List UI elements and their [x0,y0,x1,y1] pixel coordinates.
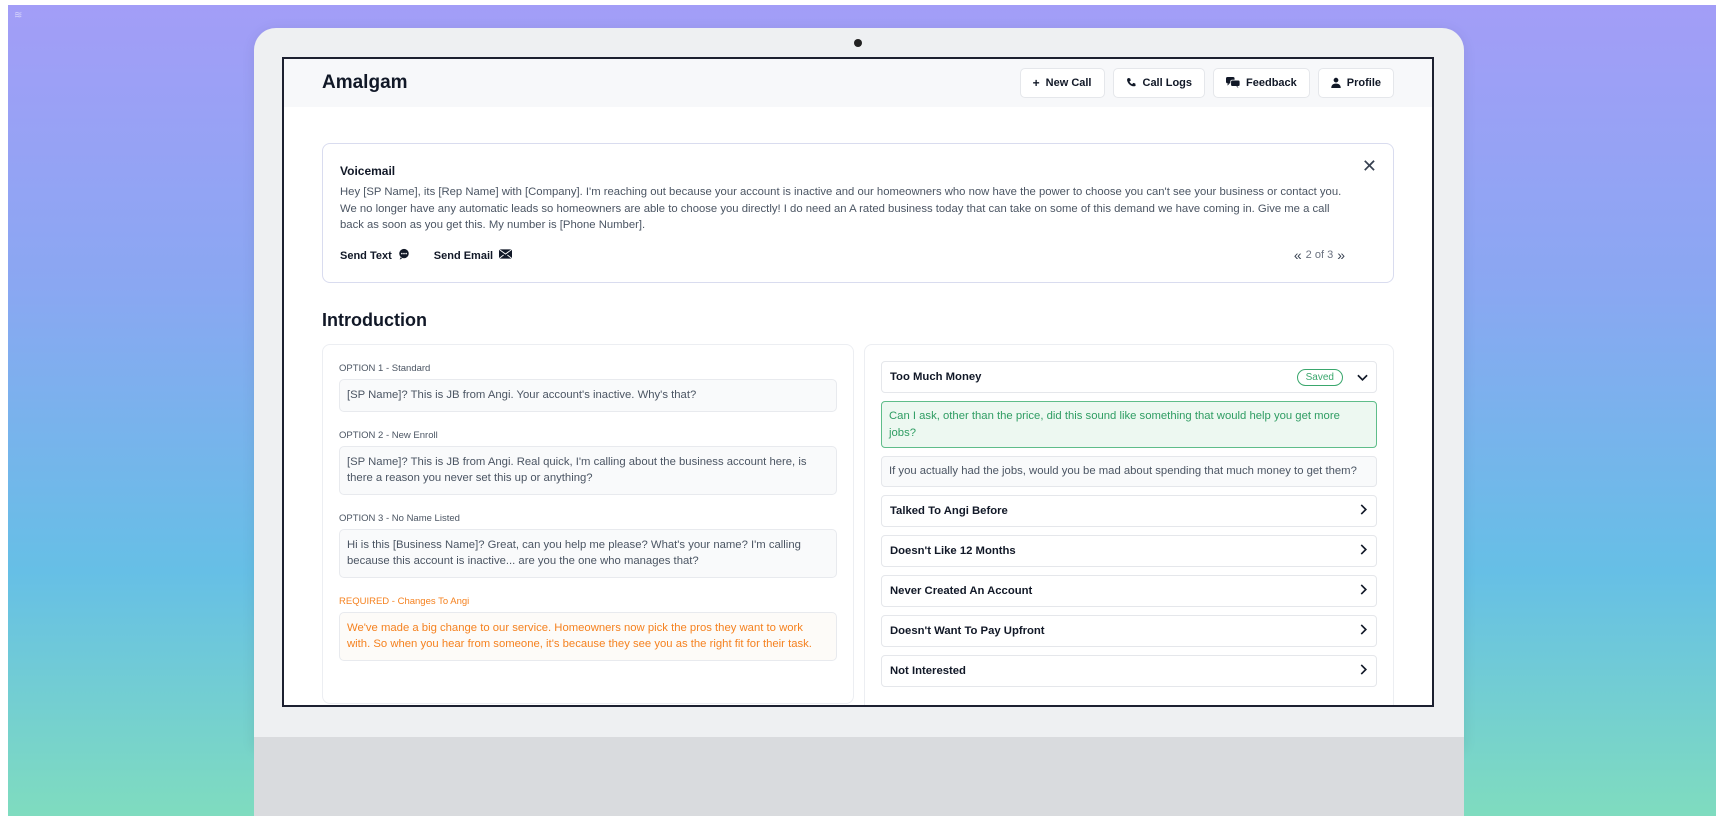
voicemail-script: Hey [SP Name], its [Rep Name] with [Comp… [340,186,1342,231]
objection-doesnt-want-to-pay-upfront[interactable]: Doesn't Want To Pay Upfront [881,614,1377,647]
profile-label: Profile [1346,77,1381,89]
saved-badge: Saved [1296,368,1343,386]
objection-response[interactable]: Can I ask, other than the price, did thi… [881,401,1377,448]
objection-not-interested[interactable]: Not Interested [881,654,1377,687]
app-title: Amalgam [322,72,408,93]
top-nav: + New Call Call Logs Feedback Profile [1019,68,1394,98]
objection-title: Doesn't Like 12 Months [890,544,1016,557]
chevrons-left-icon[interactable]: « [1294,247,1302,263]
chevron-down-icon [1357,370,1368,385]
chevron-right-icon [1360,583,1368,598]
objection-title: Talked To Angi Before [890,504,1008,517]
feedback-button[interactable]: Feedback [1213,68,1310,98]
option-label: OPTION 3 - No Name Listed [339,512,460,524]
required-script[interactable]: We've made a big change to our service. … [339,611,837,661]
person-icon [1331,77,1341,90]
objection-title: Not Interested [890,664,966,677]
option-script[interactable]: Hi is this [Business Name]? Great, can y… [339,528,837,578]
objection-title: Never Created An Account [890,584,1033,597]
section-title: Introduction [322,310,427,330]
plus-icon: + [1032,76,1040,90]
laptop-base [254,737,1464,816]
option-script[interactable]: [SP Name]? This is JB from Angi. Your ac… [339,379,837,412]
objections-panel: Too Much Money Saved Can I ask, other th… [864,344,1394,705]
wifi-icon: ≋ [14,10,23,21]
option-script[interactable]: [SP Name]? This is JB from Angi. Real qu… [339,445,837,495]
close-icon[interactable]: ✕ [1362,156,1377,177]
top-bar: Amalgam + New Call Call Logs Feedback Pr… [284,59,1432,107]
objection-response[interactable]: If you actually had the jobs, would you … [881,456,1377,487]
voicemail-title: Voicemail [340,164,396,178]
profile-button[interactable]: Profile [1317,68,1394,98]
objection-doesnt-like-12-months[interactable]: Doesn't Like 12 Months [881,534,1377,567]
new-call-label: New Call [1045,77,1092,89]
call-logs-button[interactable]: Call Logs [1112,68,1206,98]
envelope-icon [498,248,513,262]
chevron-right-icon [1360,623,1368,638]
camera-icon [854,39,862,47]
voicemail-pager: « 2 of 3 » [1294,247,1345,263]
feedback-label: Feedback [1246,77,1297,89]
objection-title: Doesn't Want To Pay Upfront [890,624,1045,637]
app-screen: Amalgam + New Call Call Logs Feedback Pr… [282,57,1434,707]
required-label: REQUIRED - Changes To Angi [339,595,470,607]
call-logs-label: Call Logs [1142,77,1193,89]
send-text-button[interactable]: Send Text [340,248,410,263]
send-email-button[interactable]: Send Email [433,248,513,263]
voicemail-card: Voicemail Hey [SP Name], its [Rep Name] … [322,143,1394,283]
option-label: OPTION 1 - Standard [339,363,431,374]
chevron-right-icon [1360,663,1368,678]
chevron-right-icon [1360,503,1368,518]
objection-never-created-account[interactable]: Never Created An Account [881,574,1377,607]
message-icon [398,248,410,263]
intro-options-panel: OPTION 1 - Standard [SP Name]? This is J… [322,344,854,704]
objection-title: Too Much Money [890,371,982,383]
voicemail-actions: Send Text Send Email [340,248,513,263]
pager-text: 2 of 3 [1305,249,1334,261]
option-label: OPTION 2 - New Enroll [339,429,438,441]
chat-bubbles-icon [1226,76,1241,90]
chevron-right-icon [1360,543,1368,558]
objection-talked-to-angi-before[interactable]: Talked To Angi Before [881,494,1377,527]
send-text-label: Send Text [340,249,392,262]
send-email-label: Send Email [433,249,494,262]
phone-icon [1126,77,1137,90]
objection-too-much-money[interactable]: Too Much Money Saved [881,361,1377,393]
new-call-button[interactable]: + New Call [1019,68,1105,98]
chevrons-right-icon[interactable]: » [1337,247,1345,263]
